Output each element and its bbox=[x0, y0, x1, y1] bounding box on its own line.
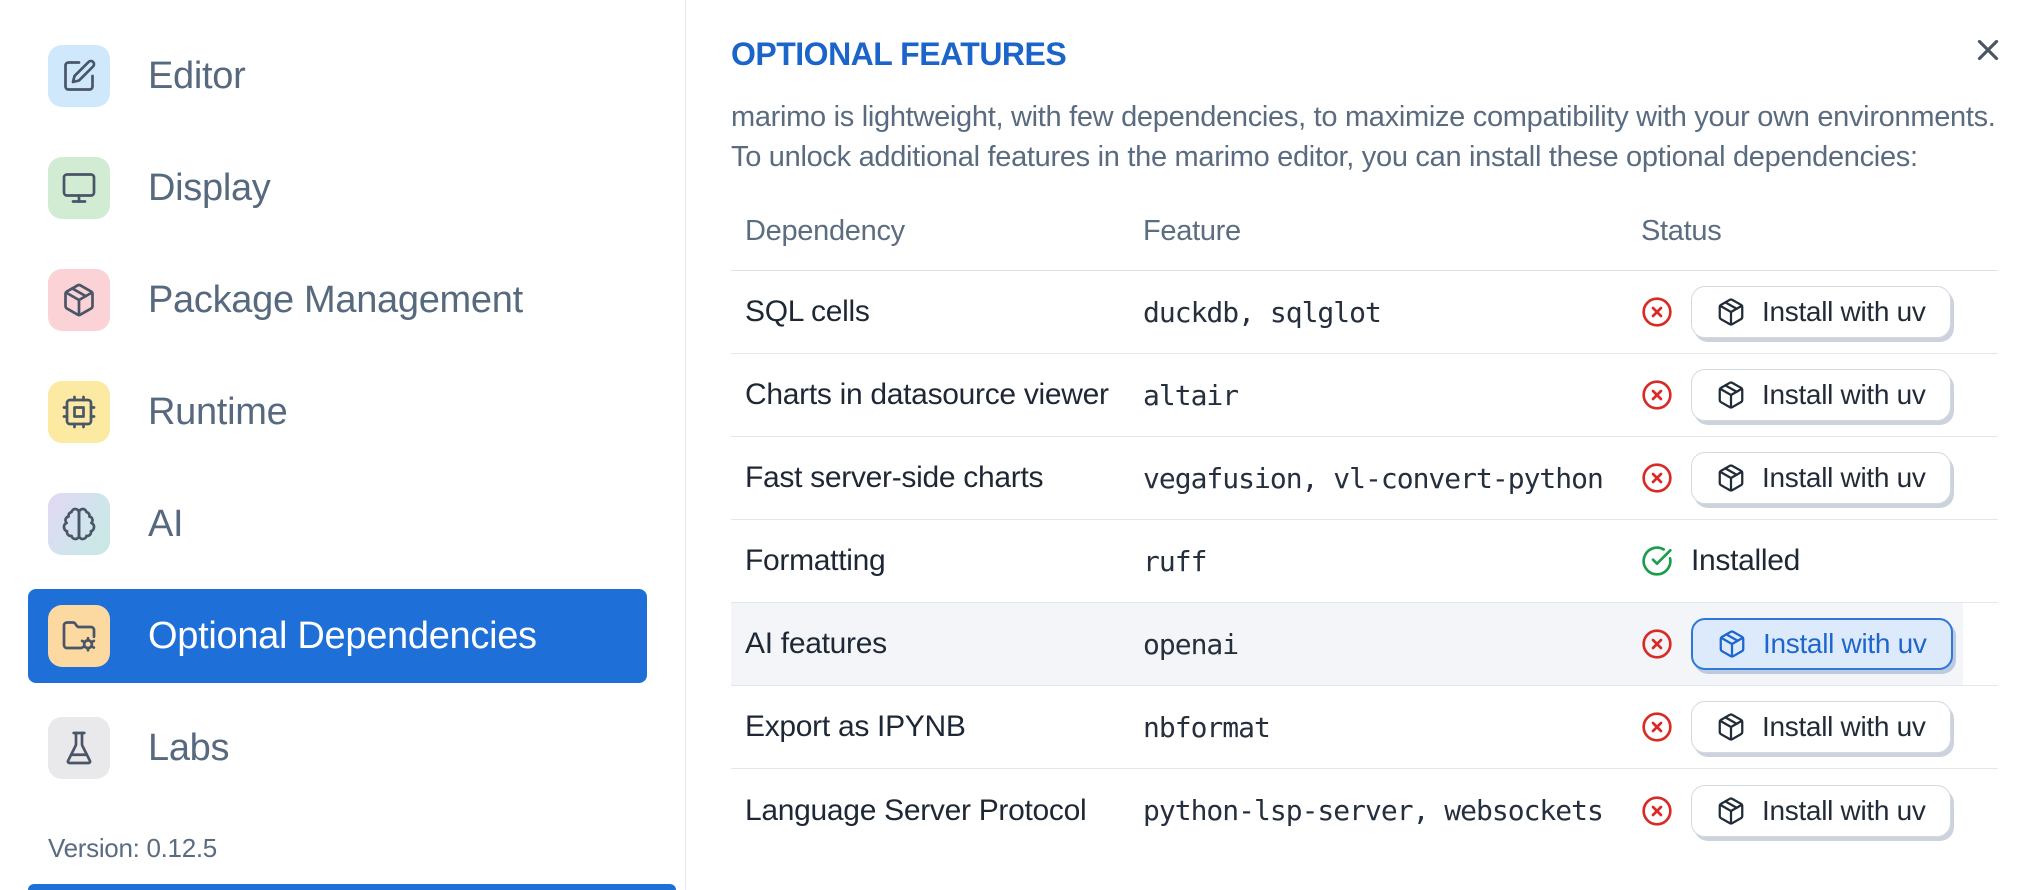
description-line: To unlock additional features in the mar… bbox=[731, 141, 1918, 173]
sidebar-item-label: AI bbox=[148, 502, 184, 545]
dependency-name: Export as IPYNB bbox=[745, 710, 966, 743]
package-icon bbox=[1718, 713, 1744, 741]
table-row: AI features openai Install with uv bbox=[731, 603, 1998, 686]
sidebar-item-package-management[interactable]: Package Management bbox=[28, 253, 647, 347]
sidebar-item-labs[interactable]: Labs bbox=[28, 701, 647, 795]
settings-sidebar: Editor Display Package Management Runtim… bbox=[0, 0, 686, 890]
sidebar-item-editor[interactable]: Editor bbox=[28, 29, 647, 123]
feature-packages: python-lsp-server, websockets bbox=[1143, 794, 1604, 827]
feature-packages: ruff bbox=[1143, 544, 1207, 578]
sidebar-item-label: Package Management bbox=[148, 278, 523, 321]
flask-icon bbox=[48, 717, 110, 779]
package-icon bbox=[1718, 464, 1744, 492]
sidebar-item-label: Labs bbox=[148, 726, 230, 769]
dependencies-table: Dependency Feature Status SQL cells duck… bbox=[731, 193, 1998, 852]
package-icon bbox=[48, 269, 110, 331]
circle-x-icon bbox=[1642, 795, 1672, 826]
circle-check-icon bbox=[1642, 546, 1672, 576]
install-button-label: Install with uv bbox=[1762, 379, 1926, 410]
close-icon[interactable] bbox=[1966, 28, 2010, 72]
dependency-name: SQL cells bbox=[745, 295, 870, 328]
feature-packages: nbformat bbox=[1143, 710, 1271, 744]
background-app-edge bbox=[28, 884, 676, 890]
table-row: Charts in datasource viewer altair Insta… bbox=[731, 354, 1998, 437]
description-line: marimo is lightweight, with few dependen… bbox=[731, 101, 1996, 133]
page-title: OPTIONAL FEATURES bbox=[731, 36, 1067, 72]
install-button-label: Install with uv bbox=[1762, 794, 1926, 826]
settings-dialog: Editor Display Package Management Runtim… bbox=[0, 0, 2042, 890]
circle-x-icon bbox=[1642, 380, 1672, 410]
circle-x-icon bbox=[1642, 463, 1672, 493]
folder-cog-icon bbox=[48, 605, 110, 667]
sidebar-item-ai[interactable]: AI bbox=[28, 477, 647, 571]
cpu-icon bbox=[48, 381, 110, 443]
dependency-name: Formatting bbox=[745, 544, 886, 577]
sidebar-item-label: Optional Dependencies bbox=[148, 614, 537, 657]
feature-packages: vegafusion, vl-convert-python bbox=[1143, 461, 1604, 495]
table-row: Export as IPYNB nbformat Install with uv bbox=[731, 686, 1998, 769]
sidebar-item-optional-dependencies[interactable]: Optional Dependencies bbox=[28, 589, 647, 683]
optional-features-panel: OPTIONAL FEATURES marimo is lightweight,… bbox=[687, 0, 2042, 890]
dependency-name: AI features bbox=[745, 627, 887, 660]
table-row: Language Server Protocol python-lsp-serv… bbox=[731, 769, 1998, 852]
install-button-label: Install with uv bbox=[1763, 628, 1927, 659]
table-row: Fast server-side charts vegafusion, vl-c… bbox=[731, 437, 1998, 520]
monitor-icon bbox=[48, 157, 110, 219]
package-icon bbox=[1718, 381, 1744, 409]
dependency-name: Charts in datasource viewer bbox=[745, 378, 1109, 411]
sidebar-item-label: Editor bbox=[148, 54, 246, 97]
circle-x-icon bbox=[1642, 297, 1672, 327]
package-icon bbox=[1718, 796, 1744, 825]
dependency-name: Language Server Protocol bbox=[745, 793, 1087, 827]
version-label: Version: 0.12.5 bbox=[48, 833, 217, 863]
install-with-uv-button[interactable]: Install with uv bbox=[1691, 784, 1951, 837]
feature-packages: altair bbox=[1143, 378, 1239, 412]
feature-packages: duckdb, sqlglot bbox=[1143, 295, 1382, 329]
sidebar-item-display[interactable]: Display bbox=[28, 141, 647, 235]
circle-x-icon bbox=[1642, 712, 1672, 742]
sidebar-item-label: Runtime bbox=[148, 390, 288, 433]
panel-description: marimo is lightweight, with few dependen… bbox=[731, 97, 1997, 177]
column-header-status: Status bbox=[1641, 215, 1722, 247]
install-button-label: Install with uv bbox=[1762, 296, 1926, 327]
dependency-name: Fast server-side charts bbox=[745, 461, 1044, 494]
install-with-uv-button[interactable]: Install with uv bbox=[1691, 452, 1951, 504]
circle-x-icon bbox=[1642, 629, 1672, 659]
installed-status-label: Installed bbox=[1691, 544, 1801, 577]
feature-packages: openai bbox=[1143, 627, 1239, 661]
table-header-row: Dependency Feature Status bbox=[731, 193, 1998, 271]
install-button-label: Install with uv bbox=[1762, 462, 1926, 493]
square-pen-icon bbox=[48, 45, 110, 107]
column-header-feature: Feature bbox=[1143, 215, 1241, 247]
table-row: SQL cells duckdb, sqlglot Install with u… bbox=[731, 271, 1998, 354]
install-with-uv-button[interactable]: Install with uv bbox=[1691, 701, 1951, 753]
sidebar-item-runtime[interactable]: Runtime bbox=[28, 365, 647, 459]
sidebar-item-label: Display bbox=[148, 166, 271, 209]
brain-icon bbox=[48, 493, 110, 555]
package-icon bbox=[1718, 298, 1744, 326]
install-with-uv-button[interactable]: Install with uv bbox=[1691, 369, 1951, 421]
column-header-dependency: Dependency bbox=[745, 215, 905, 247]
package-icon bbox=[1719, 630, 1745, 658]
install-with-uv-button[interactable]: Install with uv bbox=[1691, 618, 1953, 670]
table-row: Formatting ruff Installed bbox=[731, 520, 1998, 603]
install-with-uv-button[interactable]: Install with uv bbox=[1691, 286, 1951, 338]
install-button-label: Install with uv bbox=[1762, 711, 1926, 742]
